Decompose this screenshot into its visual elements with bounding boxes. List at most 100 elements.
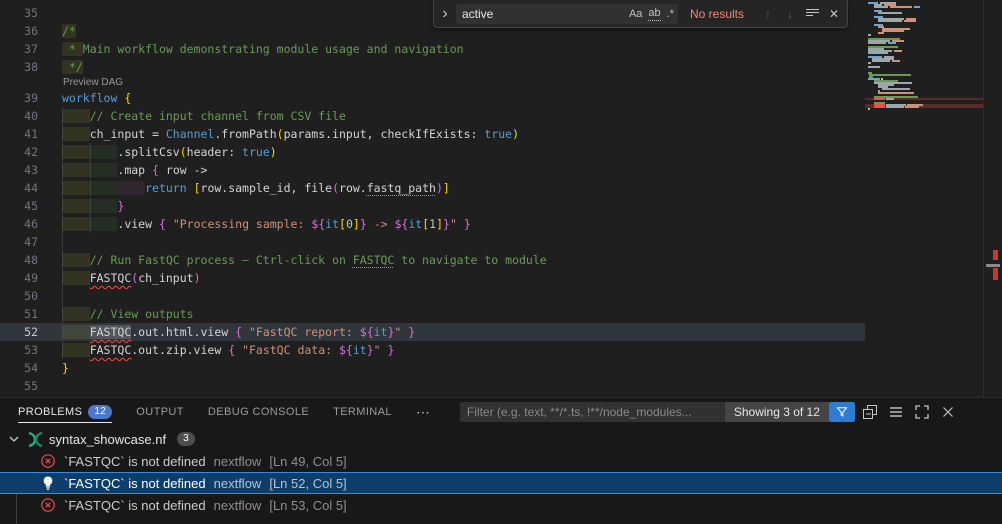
line-number[interactable]: 55 — [0, 377, 62, 395]
line-number[interactable]: 35 — [0, 4, 62, 22]
code-line[interactable]: 49 FASTQC(ch_input) — [0, 269, 865, 287]
line-number[interactable]: 37 — [0, 40, 62, 58]
problems-badge: 12 — [88, 405, 112, 419]
problem-row[interactable]: `FASTQC` is not definednextflow[Ln 53, C… — [0, 494, 1002, 516]
file-name: syntax_showcase.nf — [49, 432, 166, 447]
match-case-icon[interactable]: Aa — [629, 8, 642, 20]
minimap[interactable] — [865, 0, 983, 397]
code-line[interactable]: 54} — [0, 359, 865, 377]
tab-terminal[interactable]: TERMINAL — [333, 398, 392, 426]
code-line[interactable]: 43 .map { row -> — [0, 161, 865, 179]
next-match-icon[interactable]: ↓ — [781, 7, 799, 21]
code-line[interactable]: 52 FASTQC.out.html.view { "FastQC report… — [0, 323, 865, 341]
regex-icon[interactable]: .* — [667, 8, 674, 20]
code-text: // Create input channel from CSV file — [62, 107, 346, 125]
error-icon — [40, 497, 56, 513]
codelens-preview-dag[interactable]: Preview DAG — [0, 76, 865, 89]
line-number[interactable]: 53 — [0, 341, 62, 359]
code-line[interactable]: 55 — [0, 377, 865, 395]
line-number[interactable]: 40 — [0, 107, 62, 125]
code-line[interactable]: 44 return [row.sample_id, file(row.fastq… — [0, 179, 865, 197]
code-area[interactable]: 3536/*37 * Main workflow demonstrating m… — [0, 0, 865, 397]
toggle-replace-icon[interactable]: › — [438, 5, 452, 23]
code-line[interactable]: 53 FASTQC.out.zip.view { "FastQC data: $… — [0, 341, 865, 359]
line-number[interactable]: 50 — [0, 287, 62, 305]
line-number[interactable]: 44 — [0, 179, 62, 197]
line-number[interactable]: 49 — [0, 269, 62, 287]
close-panel-icon[interactable] — [937, 401, 959, 423]
problem-location: [Ln 52, Col 5] — [269, 476, 346, 491]
code-line[interactable]: 48 // Run FastQC process – Ctrl-click on… — [0, 251, 865, 269]
line-number[interactable]: 48 — [0, 251, 62, 269]
line-number[interactable]: 45 — [0, 197, 62, 215]
code-line[interactable]: 42 .splitCsv(header: true) — [0, 143, 865, 161]
find-in-selection-icon[interactable] — [803, 7, 821, 21]
filter-icon[interactable] — [829, 402, 855, 422]
line-number[interactable]: 36 — [0, 22, 62, 40]
problem-location: [Ln 49, Col 5] — [269, 454, 346, 469]
search-input[interactable]: active Aa ab .* — [456, 4, 678, 24]
line-number[interactable]: 38 — [0, 58, 62, 76]
problems-filter-input[interactable]: Filter (e.g. text, **/*.ts, !**/node_mod… — [460, 402, 855, 422]
problem-count-badge: 3 — [177, 432, 195, 446]
tab-output[interactable]: OUTPUT — [136, 398, 184, 426]
whole-word-icon[interactable]: ab — [648, 7, 660, 21]
code-text: * Main workflow demonstrating module usa… — [62, 40, 464, 58]
problems-file-group[interactable]: syntax_showcase.nf 3 — [0, 428, 1002, 450]
maximize-panel-icon[interactable] — [911, 401, 933, 423]
line-number[interactable]: 54 — [0, 359, 62, 377]
error-icon — [40, 453, 56, 469]
code-text: .map { row -> — [62, 161, 207, 179]
code-line[interactable]: 40 // Create input channel from CSV file — [0, 107, 865, 125]
line-number[interactable]: 47 — [0, 233, 62, 251]
more-actions-icon[interactable]: ⋯ — [416, 404, 430, 421]
code-line[interactable]: 38 */ — [0, 58, 865, 76]
code-text: // Run FastQC process – Ctrl-click on FA… — [62, 251, 547, 269]
code-text: FASTQC(ch_input) — [62, 269, 201, 287]
code-line[interactable]: 45 } — [0, 197, 865, 215]
minimap-line — [865, 110, 983, 112]
line-number[interactable]: 52 — [0, 323, 62, 341]
ruler-decoration — [993, 268, 998, 280]
code-line[interactable]: 46 .view { "Processing sample: ${it[0]} … — [0, 215, 865, 233]
chevron-down-icon — [6, 431, 22, 447]
code-line[interactable]: 41 ch_input = Channel.fromPath(params.in… — [0, 125, 865, 143]
line-number[interactable]: 43 — [0, 161, 62, 179]
problem-source: nextflow — [214, 454, 262, 469]
problem-message: `FASTQC` is not defined — [64, 476, 206, 491]
code-text: */ — [62, 58, 83, 76]
overview-ruler[interactable] — [983, 0, 1002, 397]
line-number[interactable]: 41 — [0, 125, 62, 143]
find-results-count: No results — [690, 7, 755, 21]
previous-match-icon[interactable]: ↑ — [759, 7, 777, 21]
collapse-all-icon[interactable] — [859, 401, 881, 423]
code-text: FASTQC.out.html.view { "FastQC report: $… — [62, 323, 415, 341]
code-text: } — [62, 359, 69, 377]
view-as-table-icon[interactable] — [885, 401, 907, 423]
tab-debug-console[interactable]: DEBUG CONSOLE — [208, 398, 309, 426]
ruler-decoration — [986, 264, 1000, 267]
code-text: ch_input = Channel.fromPath(params.input… — [62, 125, 519, 143]
code-text: /* — [62, 22, 76, 40]
tab-problems[interactable]: PROBLEMS12 — [18, 398, 112, 426]
close-find-icon[interactable]: ✕ — [825, 7, 843, 21]
code-text: } — [62, 197, 124, 215]
problem-source: nextflow — [214, 476, 262, 491]
line-number[interactable]: 46 — [0, 215, 62, 233]
code-line[interactable]: 39workflow { — [0, 89, 865, 107]
line-number[interactable]: 39 — [0, 89, 62, 107]
code-line[interactable]: 47 — [0, 233, 865, 251]
filter-count-badge: Showing 3 of 12 — [725, 402, 829, 422]
filter-placeholder: Filter (e.g. text, **/*.ts, !**/node_mod… — [467, 405, 725, 419]
lightbulb-icon[interactable] — [40, 475, 56, 491]
code-line[interactable]: 37 * Main workflow demonstrating module … — [0, 40, 865, 58]
problem-row[interactable]: `FASTQC` is not defined nextflow [Ln 52, C… — [0, 472, 1002, 494]
code-line[interactable]: 51 // View outputs — [0, 305, 865, 323]
ruler-decoration — [993, 250, 998, 260]
problem-row[interactable]: `FASTQC` is not definednextflow[Ln 49, C… — [0, 450, 1002, 472]
line-number[interactable]: 51 — [0, 305, 62, 323]
line-number[interactable]: 42 — [0, 143, 62, 161]
code-line[interactable]: 50 — [0, 287, 865, 305]
code-text: workflow { — [62, 89, 131, 107]
bottom-panel: PROBLEMS12OUTPUTDEBUG CONSOLETERMINAL ⋯ … — [0, 397, 1002, 524]
